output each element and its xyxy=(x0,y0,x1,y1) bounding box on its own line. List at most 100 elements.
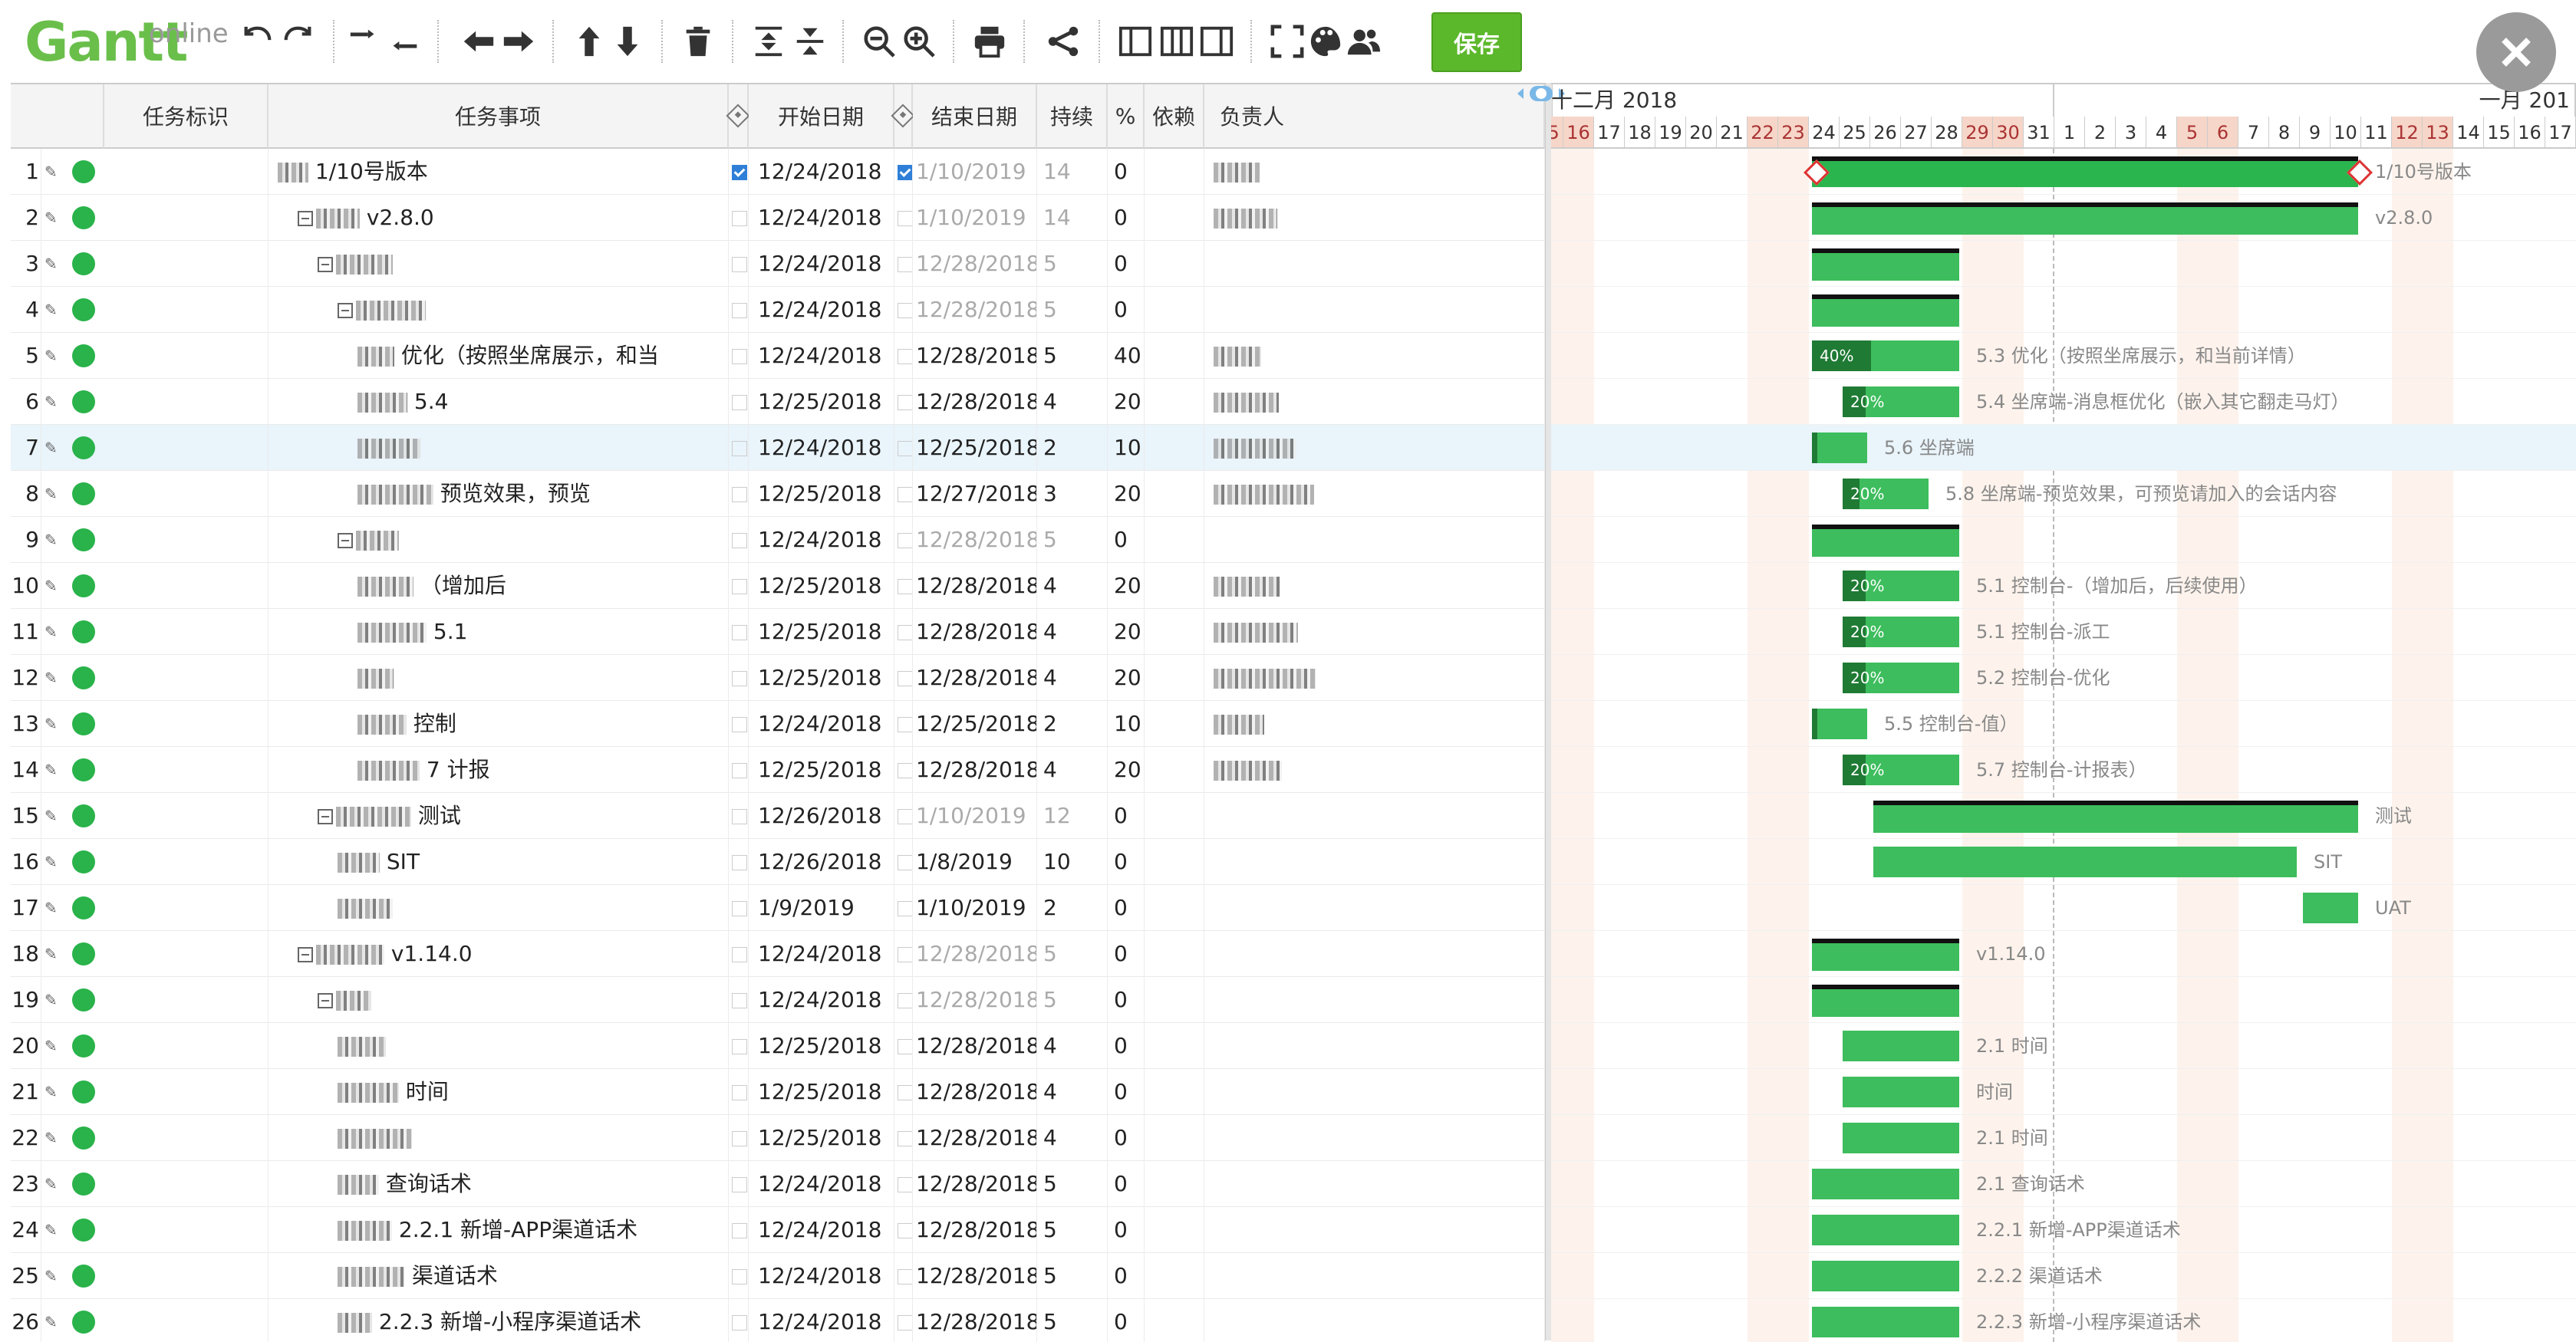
task-id-cell[interactable] xyxy=(104,931,268,977)
start-milestone-checkbox[interactable] xyxy=(729,471,749,517)
duration-cell[interactable]: 5 xyxy=(1037,333,1108,379)
task-id-cell[interactable] xyxy=(104,609,268,655)
end-milestone-checkbox[interactable] xyxy=(894,885,913,931)
duration-cell[interactable]: 3 xyxy=(1037,471,1108,517)
start-date-cell[interactable]: 12/25/2018 xyxy=(749,655,894,701)
edit-icon[interactable]: ✎ xyxy=(44,379,63,425)
owner-cell[interactable] xyxy=(1204,241,1545,287)
end-milestone-checkbox[interactable] xyxy=(894,793,913,839)
task-id-cell[interactable] xyxy=(104,1023,268,1069)
edit-icon[interactable]: ✎ xyxy=(44,195,63,241)
duration-cell[interactable]: 4 xyxy=(1037,379,1108,425)
start-milestone-checkbox[interactable] xyxy=(729,563,749,609)
edit-icon[interactable]: ✎ xyxy=(44,149,63,195)
percent-cell[interactable]: 0 xyxy=(1108,1161,1145,1207)
end-date-cell[interactable]: 12/28/2018 xyxy=(913,609,1037,655)
task-name-cell[interactable]: 渠道话术 xyxy=(268,1253,729,1299)
end-date-cell[interactable]: 1/10/2019 xyxy=(913,195,1037,241)
edit-icon[interactable]: ✎ xyxy=(44,241,63,287)
percent-cell[interactable]: 40 xyxy=(1108,333,1145,379)
start-milestone-checkbox[interactable] xyxy=(729,839,749,885)
depends-cell[interactable] xyxy=(1145,609,1204,655)
gantt-task-bar[interactable]: 20% xyxy=(1843,386,1959,417)
owner-cell[interactable] xyxy=(1204,793,1545,839)
depends-cell[interactable] xyxy=(1145,563,1204,609)
start-milestone-checkbox[interactable] xyxy=(729,517,749,563)
duration-cell[interactable]: 4 xyxy=(1037,1069,1108,1115)
edit-icon[interactable]: ✎ xyxy=(44,1299,63,1342)
percent-cell[interactable]: 0 xyxy=(1108,793,1145,839)
start-date-cell[interactable]: 12/26/2018 xyxy=(749,793,894,839)
duration-cell[interactable]: 10 xyxy=(1037,839,1108,885)
duration-cell[interactable]: 5 xyxy=(1037,1299,1108,1342)
gantt-task-bar[interactable] xyxy=(2303,893,2358,923)
depends-cell[interactable] xyxy=(1145,1253,1204,1299)
end-date-cell[interactable]: 1/10/2019 xyxy=(913,149,1037,195)
start-date-cell[interactable]: 12/24/2018 xyxy=(749,931,894,977)
collapse-toggle-icon[interactable] xyxy=(318,257,333,272)
end-milestone-checkbox[interactable] xyxy=(894,241,913,287)
task-name-cell[interactable]: 2.2.3 新增-小程序渠道话术 xyxy=(268,1299,729,1342)
edit-icon[interactable]: ✎ xyxy=(44,747,63,793)
start-date-cell[interactable]: 12/25/2018 xyxy=(749,471,894,517)
end-milestone-checkbox[interactable] xyxy=(894,1253,913,1299)
owner-cell[interactable] xyxy=(1204,149,1545,195)
percent-cell[interactable]: 20 xyxy=(1108,747,1145,793)
end-date-cell[interactable]: 12/28/2018 xyxy=(913,1161,1037,1207)
owner-cell[interactable] xyxy=(1204,517,1545,563)
task-name-cell[interactable]: 优化（按照坐席展示，和当 xyxy=(268,333,729,379)
task-name-cell[interactable] xyxy=(268,885,729,931)
task-name-cell[interactable] xyxy=(268,425,729,471)
task-name-cell[interactable]: 查询话术 xyxy=(268,1161,729,1207)
gantt-task-bar[interactable] xyxy=(1812,1215,1959,1245)
task-name-cell[interactable] xyxy=(268,655,729,701)
percent-cell[interactable]: 0 xyxy=(1108,1253,1145,1299)
edit-icon[interactable]: ✎ xyxy=(44,1115,63,1161)
task-id-cell[interactable] xyxy=(104,1299,268,1342)
task-id-cell[interactable] xyxy=(104,425,268,471)
duration-cell[interactable]: 5 xyxy=(1037,517,1108,563)
end-milestone-checkbox[interactable] xyxy=(894,563,913,609)
edit-icon[interactable]: ✎ xyxy=(44,471,63,517)
task-name-cell[interactable] xyxy=(268,1023,729,1069)
end-milestone-checkbox[interactable] xyxy=(894,1299,913,1342)
duration-cell[interactable]: 4 xyxy=(1037,1023,1108,1069)
end-date-cell[interactable]: 1/10/2019 xyxy=(913,885,1037,931)
end-milestone-checkbox[interactable] xyxy=(894,1069,913,1115)
start-milestone-checkbox[interactable] xyxy=(729,241,749,287)
start-milestone-checkbox[interactable] xyxy=(729,655,749,701)
edit-icon[interactable]: ✎ xyxy=(44,1207,63,1253)
end-milestone-checkbox[interactable] xyxy=(894,1115,913,1161)
start-milestone-checkbox[interactable] xyxy=(729,701,749,747)
palette-icon[interactable] xyxy=(1306,21,1346,61)
end-milestone-checkbox[interactable] xyxy=(894,195,913,241)
end-milestone-checkbox[interactable] xyxy=(894,1161,913,1207)
task-id-cell[interactable] xyxy=(104,655,268,701)
owner-cell[interactable] xyxy=(1204,747,1545,793)
start-milestone-checkbox[interactable] xyxy=(729,1161,749,1207)
duration-cell[interactable]: 2 xyxy=(1037,425,1108,471)
start-date-cell[interactable]: 12/25/2018 xyxy=(749,747,894,793)
task-name-cell[interactable]: 时间 xyxy=(268,1069,729,1115)
end-date-cell[interactable]: 12/28/2018 xyxy=(913,563,1037,609)
percent-cell[interactable]: 0 xyxy=(1108,1299,1145,1342)
duration-cell[interactable]: 4 xyxy=(1037,1115,1108,1161)
edit-icon[interactable]: ✎ xyxy=(44,333,63,379)
gantt-task-bar[interactable] xyxy=(1812,709,1867,739)
gantt-task-bar[interactable]: 40% xyxy=(1812,340,1959,371)
redo-icon[interactable] xyxy=(278,21,318,61)
start-date-cell[interactable]: 12/24/2018 xyxy=(749,1299,894,1342)
gantt-task-bar[interactable] xyxy=(1812,1261,1959,1291)
duration-cell[interactable]: 5 xyxy=(1037,1161,1108,1207)
gantt-task-bar[interactable] xyxy=(1812,248,1959,281)
table-row[interactable]: 19 ✎ 12/24/2018 12/28/2018 5 0 xyxy=(11,977,1545,1023)
table-row[interactable]: 17 ✎ 1/9/2019 1/10/2019 2 0 xyxy=(11,885,1545,931)
end-milestone-checkbox[interactable] xyxy=(894,471,913,517)
end-date-cell[interactable]: 12/28/2018 xyxy=(913,977,1037,1023)
end-date-cell[interactable]: 12/28/2018 xyxy=(913,1207,1037,1253)
owner-cell[interactable] xyxy=(1204,655,1545,701)
end-date-cell[interactable]: 12/25/2018 xyxy=(913,701,1037,747)
table-row[interactable]: 24 ✎ 2.2.1 新增-APP渠道话术 12/24/2018 12/28/2018… xyxy=(11,1207,1545,1253)
end-date-cell[interactable]: 12/28/2018 xyxy=(913,1115,1037,1161)
share-icon[interactable] xyxy=(1043,21,1083,61)
